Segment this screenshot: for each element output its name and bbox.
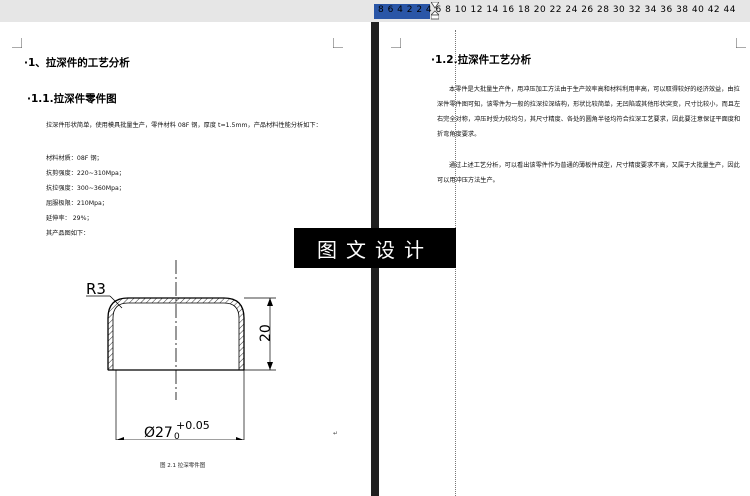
watermark-banner: 图文设计: [294, 228, 456, 268]
conclusion-paragraph: 通过上述工艺分析，可以看出该零件作为普通的薄板件成型，尺寸精度要求不高，又属于大…: [437, 162, 740, 184]
section-heading: ·1、拉深件的工艺分析: [24, 57, 130, 69]
crop-mark-icon: [391, 38, 401, 48]
diameter-label: Ø27: [144, 425, 173, 440]
horizontal-ruler[interactable]: 8 6 4 2 2 4 6 8 10 12 14 16 18 20 22 24 …: [0, 0, 750, 23]
figure-caption: 图 2.1 拉深零件图: [160, 463, 206, 469]
spec-line: 延伸率： 29%；: [46, 215, 93, 222]
height-label: 20: [258, 324, 274, 342]
part-drawing: R3 20 Ø27 +0.05 0: [86, 260, 276, 440]
crop-mark-icon: [12, 38, 22, 48]
analysis-paragraph: 本零件是大批量生产件，用冲压加工方法由于生产效率高和材料利用率高，可以取得较好的…: [437, 86, 741, 138]
crop-mark-icon: [736, 38, 746, 48]
intro-paragraph: 拉深件形状简单，使用模具批量生产，零件材料 08F 钢，厚度 t=1.5mm，产…: [46, 122, 322, 129]
spec-line: 屈服极限：210Mpa；: [46, 200, 108, 207]
tolerance-lower: 0: [174, 432, 180, 440]
section-heading: ·1.2.拉深件工艺分析: [431, 54, 532, 66]
spec-line: 抗剪强度：220~310Mpa；: [46, 170, 125, 177]
subsection-heading: ·1.1.拉深件零件图: [27, 93, 117, 105]
radius-label: R3: [86, 280, 106, 298]
spec-line: 其产品图如下：: [46, 230, 90, 237]
spec-line: 抗拉强度：300~360Mpa；: [46, 185, 125, 192]
crop-mark-icon: [333, 38, 343, 48]
indent-marker-icon[interactable]: [431, 2, 439, 20]
paragraph-mark: ↵: [333, 430, 339, 437]
spec-line: 材料材质：08F 钢；: [46, 155, 103, 162]
tolerance-upper: +0.05: [176, 419, 210, 432]
